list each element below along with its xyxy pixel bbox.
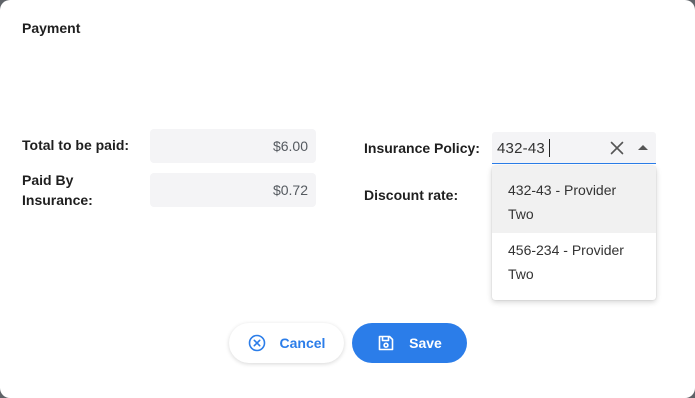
- dropdown-option-line2: Two: [508, 206, 534, 222]
- insurance-policy-input[interactable]: [497, 139, 597, 157]
- total-to-be-paid-label: Total to be paid:: [22, 137, 130, 153]
- save-button-label: Save: [409, 335, 442, 351]
- save-button[interactable]: Save: [352, 323, 467, 363]
- paid-by-insurance-label-line1: Paid By: [22, 172, 74, 188]
- dropdown-option-line1: 456-234 - Provider: [508, 242, 624, 258]
- paid-by-insurance-label: Paid By Insurance:: [22, 170, 93, 210]
- dropdown-option[interactable]: 432-43 - Provider Two: [492, 166, 656, 233]
- circle-x-icon: [248, 334, 265, 352]
- paid-by-insurance-label-line2: Insurance:: [22, 192, 93, 208]
- floppy-disk-icon: [378, 335, 394, 351]
- dropdown-option-line1: 432-43 - Provider: [508, 182, 617, 198]
- insurance-policy-select[interactable]: [492, 132, 656, 164]
- insurance-policy-dropdown: 432-43 - Provider Two 456-234 - Provider…: [492, 166, 656, 300]
- insurance-policy-label: Insurance Policy:: [364, 140, 480, 156]
- discount-rate-label: Discount rate:: [364, 187, 459, 203]
- text-caret: [549, 139, 550, 157]
- dialog-title: Payment: [22, 20, 81, 36]
- total-to-be-paid-value: $6.00: [150, 129, 316, 163]
- dropdown-option[interactable]: 456-234 - Provider Two: [492, 233, 656, 300]
- cancel-button[interactable]: Cancel: [229, 323, 344, 363]
- triangle-up-icon[interactable]: [638, 144, 648, 152]
- close-icon[interactable]: [609, 140, 625, 156]
- payment-dialog: Payment Total to be paid: $6.00 Paid By …: [0, 0, 695, 398]
- cancel-button-label: Cancel: [279, 335, 326, 351]
- dropdown-option-line2: Two: [508, 266, 534, 282]
- paid-by-insurance-value: $0.72: [150, 173, 316, 207]
